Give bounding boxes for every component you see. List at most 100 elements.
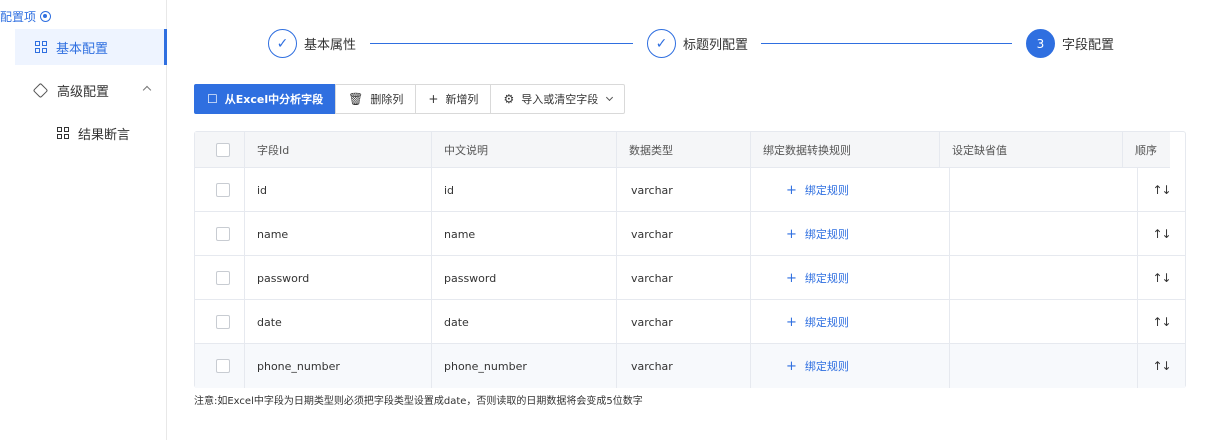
data-type-cell[interactable]: varchar: [617, 344, 751, 388]
default-value-cell[interactable]: [950, 256, 1138, 300]
bind-rule-label: 绑定规则: [804, 316, 849, 329]
step-1-check-icon[interactable]: ✓: [268, 29, 297, 58]
toolbar: ☐ 从Excel中分析字段 🗑 删除列 + 新增列 ⚙ 导入或清空字段: [194, 84, 626, 114]
header-description: 中文说明: [432, 132, 617, 167]
row-select-cell: [195, 212, 245, 256]
sort-arrows-icon[interactable]: ↑↓: [1152, 183, 1171, 197]
plus-icon: +: [786, 314, 797, 330]
sidebar-item-label: 基本配置: [56, 41, 109, 57]
select-all-cell: [195, 132, 245, 167]
chevron-up-icon: [142, 85, 152, 95]
step-3-number[interactable]: 3: [1026, 29, 1055, 58]
sort-arrows-icon[interactable]: ↑↓: [1152, 271, 1171, 285]
edit-icon: ☐: [207, 92, 218, 106]
bind-rule-label: 绑定规则: [804, 184, 849, 197]
plus-icon: +: [428, 92, 439, 106]
bind-rule-button[interactable]: + 绑定规则: [751, 344, 950, 388]
analyze-excel-label: 从Excel中分析字段: [224, 93, 324, 106]
data-type-cell[interactable]: varchar: [617, 212, 751, 256]
row-checkbox[interactable]: [216, 359, 230, 373]
row-checkbox[interactable]: [216, 271, 230, 285]
row-select-cell: [195, 168, 245, 212]
trash-icon: 🗑: [348, 92, 364, 106]
bind-rule-button[interactable]: + 绑定规则: [751, 300, 950, 344]
add-column-label: 新增列: [445, 93, 479, 106]
sidebar-title-label: 配置项: [0, 9, 37, 24]
table-row: date date varchar + 绑定规则 ↑↓: [195, 300, 1185, 344]
import-clear-dropdown[interactable]: ⚙ 导入或清空字段: [490, 84, 626, 114]
sort-arrows-icon[interactable]: ↑↓: [1152, 359, 1171, 373]
bind-rule-label: 绑定规则: [804, 228, 849, 241]
description-cell[interactable]: password: [432, 256, 617, 300]
default-value-cell[interactable]: [950, 344, 1138, 388]
sort-arrows-icon[interactable]: ↑↓: [1152, 315, 1171, 329]
description-cell[interactable]: id: [432, 168, 617, 212]
field-id-cell: date: [245, 300, 432, 344]
delete-column-label: 删除列: [370, 93, 404, 106]
header-field-id: 字段Id: [245, 132, 432, 167]
step-1-label[interactable]: 基本属性: [304, 34, 356, 53]
order-cell: ↑↓: [1138, 256, 1185, 300]
table-row: id id varchar + 绑定规则 ↑↓: [195, 168, 1185, 212]
bind-rule-button[interactable]: + 绑定规则: [751, 256, 950, 300]
description-cell[interactable]: phone_number: [432, 344, 617, 388]
data-type-cell[interactable]: varchar: [617, 256, 751, 300]
plus-icon: +: [786, 226, 797, 242]
row-select-cell: [195, 300, 245, 344]
header-default-value: 设定缺省值: [940, 132, 1123, 167]
bind-rule-button[interactable]: + 绑定规则: [751, 168, 950, 212]
sidebar-item-basic-config[interactable]: 基本配置: [15, 29, 167, 65]
sidebar-item-label: 结果断言: [78, 127, 131, 143]
cube-icon: [32, 82, 49, 98]
default-value-cell[interactable]: [950, 300, 1138, 344]
sort-arrows-icon[interactable]: ↑↓: [1152, 227, 1171, 241]
step-2-check-icon[interactable]: ✓: [647, 29, 676, 58]
bind-rule-label: 绑定规则: [804, 272, 849, 285]
bind-rule-button[interactable]: + 绑定规则: [751, 212, 950, 256]
field-id-cell: phone_number: [245, 344, 432, 388]
table-row: phone_number phone_number varchar + 绑定规则 ↑↓: [195, 344, 1185, 388]
order-cell: ↑↓: [1138, 168, 1185, 212]
plus-icon: +: [786, 182, 797, 198]
header-data-type: 数据类型: [617, 132, 751, 167]
delete-column-button[interactable]: 🗑 删除列: [335, 84, 417, 114]
row-checkbox[interactable]: [216, 183, 230, 197]
row-checkbox[interactable]: [216, 227, 230, 241]
sidebar-item-label: 高级配置: [57, 84, 110, 100]
default-value-cell[interactable]: [950, 212, 1138, 256]
description-cell[interactable]: name: [432, 212, 617, 256]
bind-rule-label: 绑定规则: [804, 360, 849, 373]
add-column-button[interactable]: + 新增列: [415, 84, 492, 114]
row-select-cell: [195, 256, 245, 300]
date-type-note: 注意:如Excel中字段为日期类型则必须把字段类型设置成date，否则读取的日期…: [194, 396, 643, 407]
gear-icon: ⚙: [503, 92, 515, 106]
sidebar-item-advanced-config[interactable]: 高级配置: [15, 72, 167, 108]
description-cell[interactable]: date: [432, 300, 617, 344]
step-2-label[interactable]: 标题列配置: [683, 34, 748, 53]
settings-icon[interactable]: [40, 10, 52, 22]
fields-table: 字段Id 中文说明 数据类型 绑定数据转换规则 设定缺省值 顺序 id id var…: [194, 131, 1186, 388]
row-checkbox[interactable]: [216, 315, 230, 329]
step-connector: [761, 43, 1012, 44]
order-cell: ↑↓: [1138, 212, 1185, 256]
sidebar-title: 配置项: [0, 7, 52, 25]
analyze-excel-button[interactable]: ☐ 从Excel中分析字段: [194, 84, 337, 114]
default-value-cell[interactable]: [950, 168, 1138, 212]
plus-icon: +: [786, 270, 797, 286]
header-order: 顺序: [1135, 143, 1157, 157]
order-cell: ↑↓: [1138, 344, 1185, 388]
sidebar: 配置项 基本配置 高级配置 结果断言: [0, 0, 167, 440]
chevron-down-icon: [606, 93, 614, 102]
sidebar-item-result-assert[interactable]: 结果断言: [15, 115, 167, 151]
data-type-cell[interactable]: varchar: [617, 168, 751, 212]
table-header: 字段Id 中文说明 数据类型 绑定数据转换规则 设定缺省值 顺序: [195, 132, 1170, 168]
select-all-checkbox[interactable]: [216, 143, 230, 157]
plus-icon: +: [786, 358, 797, 374]
step-3-label[interactable]: 字段配置: [1062, 34, 1114, 53]
row-select-cell: [195, 344, 245, 388]
step-connector: [370, 43, 633, 44]
data-type-cell[interactable]: varchar: [617, 300, 751, 344]
field-id-cell: name: [245, 212, 432, 256]
table-row: name name varchar + 绑定规则 ↑↓: [195, 212, 1185, 256]
header-bind-rule: 绑定数据转换规则: [751, 132, 940, 167]
